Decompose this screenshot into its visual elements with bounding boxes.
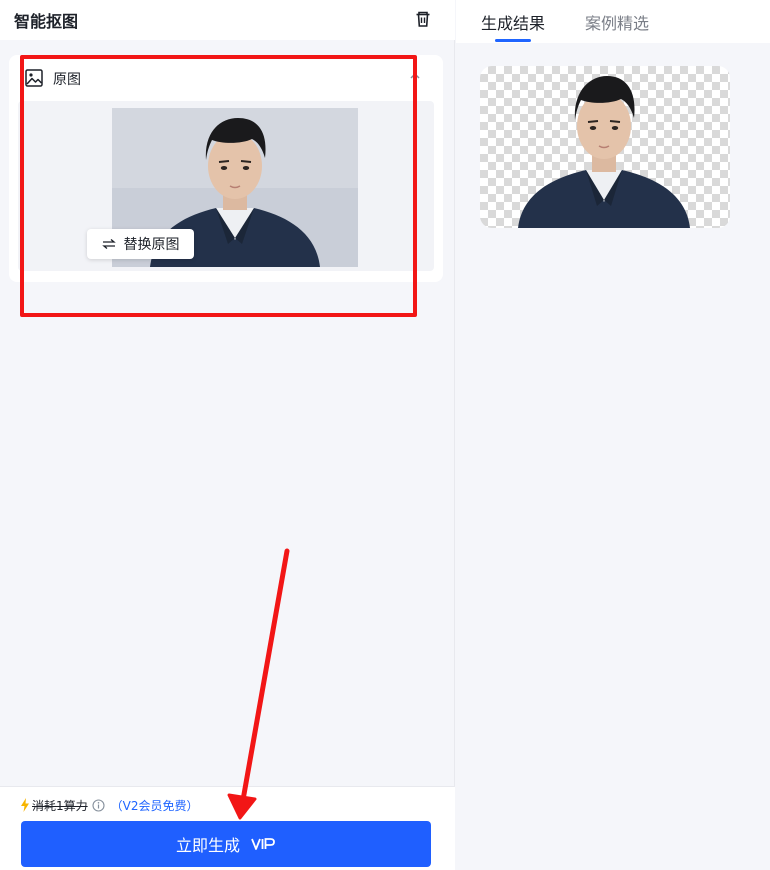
card-header[interactable]: 原图 [9,55,443,101]
tab-examples[interactable]: 案例精选 [585,10,649,34]
replace-image-button[interactable]: 替换原图 [87,229,194,259]
cutout-photo [518,76,690,228]
left-panel-header: 智能抠图 [0,0,455,40]
vip-free-note: （V2会员免费） [110,798,199,813]
cost-label: 消耗1算力 [32,798,88,813]
tab-results[interactable]: 生成结果 [481,10,545,34]
card-title: 原图 [53,72,81,88]
image-icon [25,69,43,87]
generate-button-label: 立即生成 [175,836,240,855]
generate-button[interactable]: 立即生成 [21,821,431,867]
info-icon[interactable] [92,798,105,812]
active-tab-indicator [495,39,531,42]
result-image[interactable] [480,66,730,228]
image-preview-area: 替换原图 [18,101,434,271]
result-tabs: 生成结果 案例精选 [456,0,770,43]
replace-image-label: 替换原图 [123,237,180,253]
panel-title: 智能抠图 [14,12,79,31]
original-image-card: 原图 替换原图 [9,55,443,282]
trash-icon[interactable] [413,9,433,29]
left-panel: 智能抠图 原图 替换原图 消耗1算力 （V2会员免费） 立即生成 [0,0,455,870]
cost-row: 消耗1算力 （V2会员免费） [20,797,199,813]
chevron-up-icon[interactable] [407,68,423,84]
lightning-icon [21,798,29,812]
vip-badge-icon [251,838,275,850]
swap-icon [101,239,116,249]
right-panel: 生成结果 案例精选 [456,0,770,870]
footer-bar: 消耗1算力 （V2会员免费） 立即生成 [0,786,455,870]
